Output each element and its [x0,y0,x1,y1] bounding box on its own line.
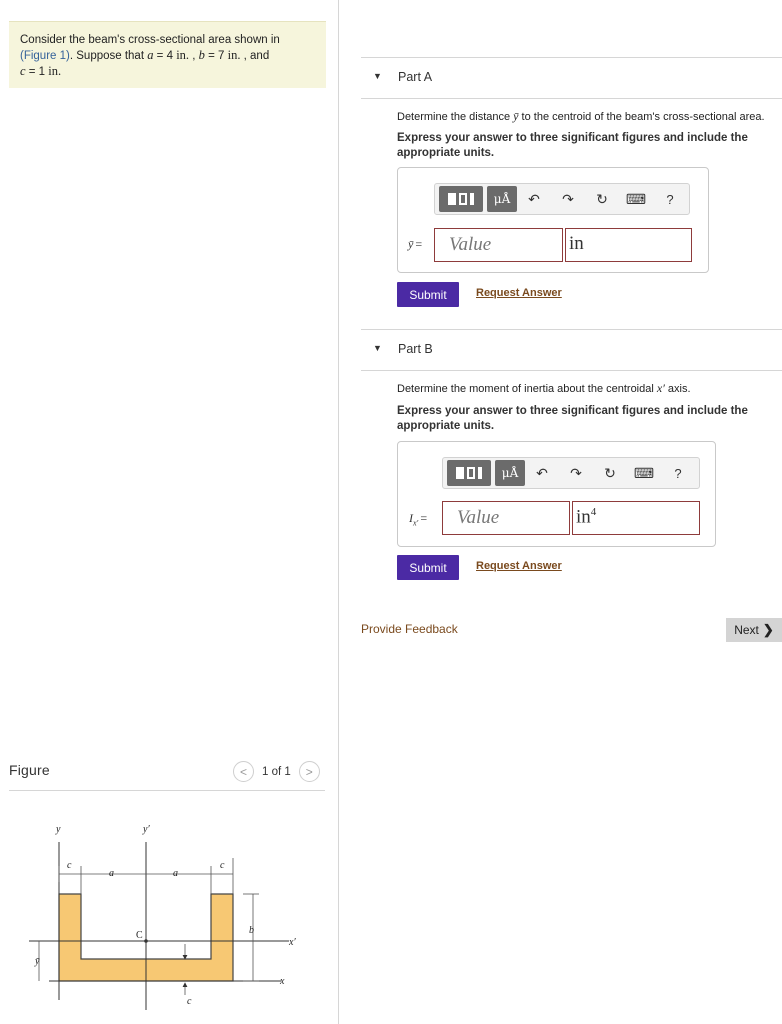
part-b-header[interactable]: ▼ Part B [361,329,782,371]
inertia-label-sub: x′ [413,518,419,528]
problem-text: , and [240,50,270,62]
unit-a: in. [176,48,190,62]
part-b-submit-button[interactable]: Submit [397,555,459,580]
question-text: Determine the distance [397,111,514,123]
problem-statement: Consider the beam's cross-sectional area… [9,21,326,88]
part-b-request-answer-link[interactable]: Request Answer [476,560,562,572]
problem-text: . Suppose that [69,50,148,62]
label-c-right: c [220,860,225,871]
part-b-question: Determine the moment of inertia about th… [397,381,691,396]
figure-pager: < 1 of 1 > [233,761,320,782]
part-b-title: Part B [398,342,433,356]
value-input[interactable]: Value [434,228,563,262]
next-label: Next [734,623,759,637]
label-b: b [249,925,254,936]
problem-text-line1: Consider the beam's cross-sectional area… [20,34,280,46]
redo-icon[interactable]: ↷ [551,186,585,212]
label-y-bar: ȳ [34,956,40,967]
figure-header: Figure < 1 of 1 > [9,758,325,791]
label-x-prime: x′ [288,937,296,948]
value-c: = 1 [25,66,49,78]
unit-b: in. [227,48,241,62]
figure-count: 1 of 1 [262,765,291,778]
inertia-label: Ix′ = [409,511,427,527]
unit-c: in. [48,64,62,78]
next-figure-button[interactable]: > [298,761,320,782]
part-a-answer-box: μÅ ↶ ↷ ↻ ⌨ ? ȳ = Value in [397,167,709,273]
label-c-left: c [67,860,72,871]
part-a-question: Determine the distance ȳ to the centroid… [397,109,765,124]
value-b: = 7 [204,50,228,62]
label-y: y [55,824,61,835]
chevron-left-icon: < [239,764,247,779]
equals-sign: = [415,237,423,251]
collapse-caret-icon[interactable]: ▼ [373,343,382,353]
ybar-label-var: ȳ [408,237,414,251]
reset-icon[interactable]: ↻ [593,460,627,486]
unit-input[interactable]: in4 [572,501,700,535]
units-button[interactable]: μÅ [495,460,525,486]
ybar-label: ȳ = [408,237,422,252]
provide-feedback-link[interactable]: Provide Feedback [361,622,458,636]
question-text: to the centroid of the beam's cross-sect… [518,111,765,123]
chevron-right-icon: > [305,764,313,779]
part-a-submit-button[interactable]: Submit [397,282,459,307]
reset-icon[interactable]: ↻ [585,186,619,212]
part-a-header[interactable]: ▼ Part A [361,57,782,99]
label-c-bottom: c [187,996,192,1007]
part-b-instruction: Express your answer to three significant… [397,405,748,432]
value-input[interactable]: Value [442,501,570,535]
unit-text: in [576,506,591,528]
part-a-title: Part A [398,70,433,84]
figure-title: Figure [9,762,50,778]
problem-text: , [189,50,199,62]
value-a: = 4 [153,50,177,62]
column-divider [338,0,339,1024]
equals-sign: = [420,511,428,525]
centroid-point [144,939,148,943]
template-block-icon [456,467,464,479]
units-button[interactable]: μÅ [487,186,517,212]
part-b-answer-box: μÅ ↶ ↷ ↻ ⌨ ? Ix′ = Value in4 [397,441,716,547]
chevron-right-icon: ❯ [762,622,774,637]
template-block-icon [448,193,456,205]
math-toolbar: μÅ ↶ ↷ ↻ ⌨ ? [434,183,690,215]
template-fraction-icon [459,193,467,205]
keyboard-icon[interactable]: ⌨ [619,186,653,212]
next-button[interactable]: Next ❯ [726,618,782,642]
keyboard-icon[interactable]: ⌨ [627,460,661,486]
math-toolbar: μÅ ↶ ↷ ↻ ⌨ ? [442,457,700,489]
label-a-left: a [109,868,114,879]
prev-figure-button[interactable]: < [233,761,254,782]
undo-icon[interactable]: ↶ [525,460,559,486]
template-bar-icon [470,193,474,205]
x-prime-symbol: x′ [656,381,665,395]
undo-icon[interactable]: ↶ [517,186,551,212]
label-y-prime: y′ [142,824,150,835]
templates-button[interactable] [439,186,483,212]
question-text: Determine the moment of inertia about th… [397,383,657,395]
unit-exponent: 4 [590,506,597,518]
help-button[interactable]: ? [661,460,695,486]
collapse-caret-icon[interactable]: ▼ [373,71,382,81]
template-fraction-icon [467,467,475,479]
label-centroid-c: C [136,930,143,941]
part-a-request-answer-link[interactable]: Request Answer [476,287,562,299]
template-bar-icon [478,467,482,479]
redo-icon[interactable]: ↷ [559,460,593,486]
beam-cross-section-figure: y y′ c a a c b C x′ ȳ x c [29,824,296,1010]
figure-link[interactable]: (Figure 1) [20,50,70,62]
help-button[interactable]: ? [653,186,687,212]
question-text: axis. [664,383,691,395]
templates-button[interactable] [447,460,491,486]
unit-input[interactable]: in [565,228,692,262]
part-a-instruction: Express your answer to three significant… [397,132,748,159]
label-x: x [279,976,285,987]
label-a-right: a [173,868,178,879]
